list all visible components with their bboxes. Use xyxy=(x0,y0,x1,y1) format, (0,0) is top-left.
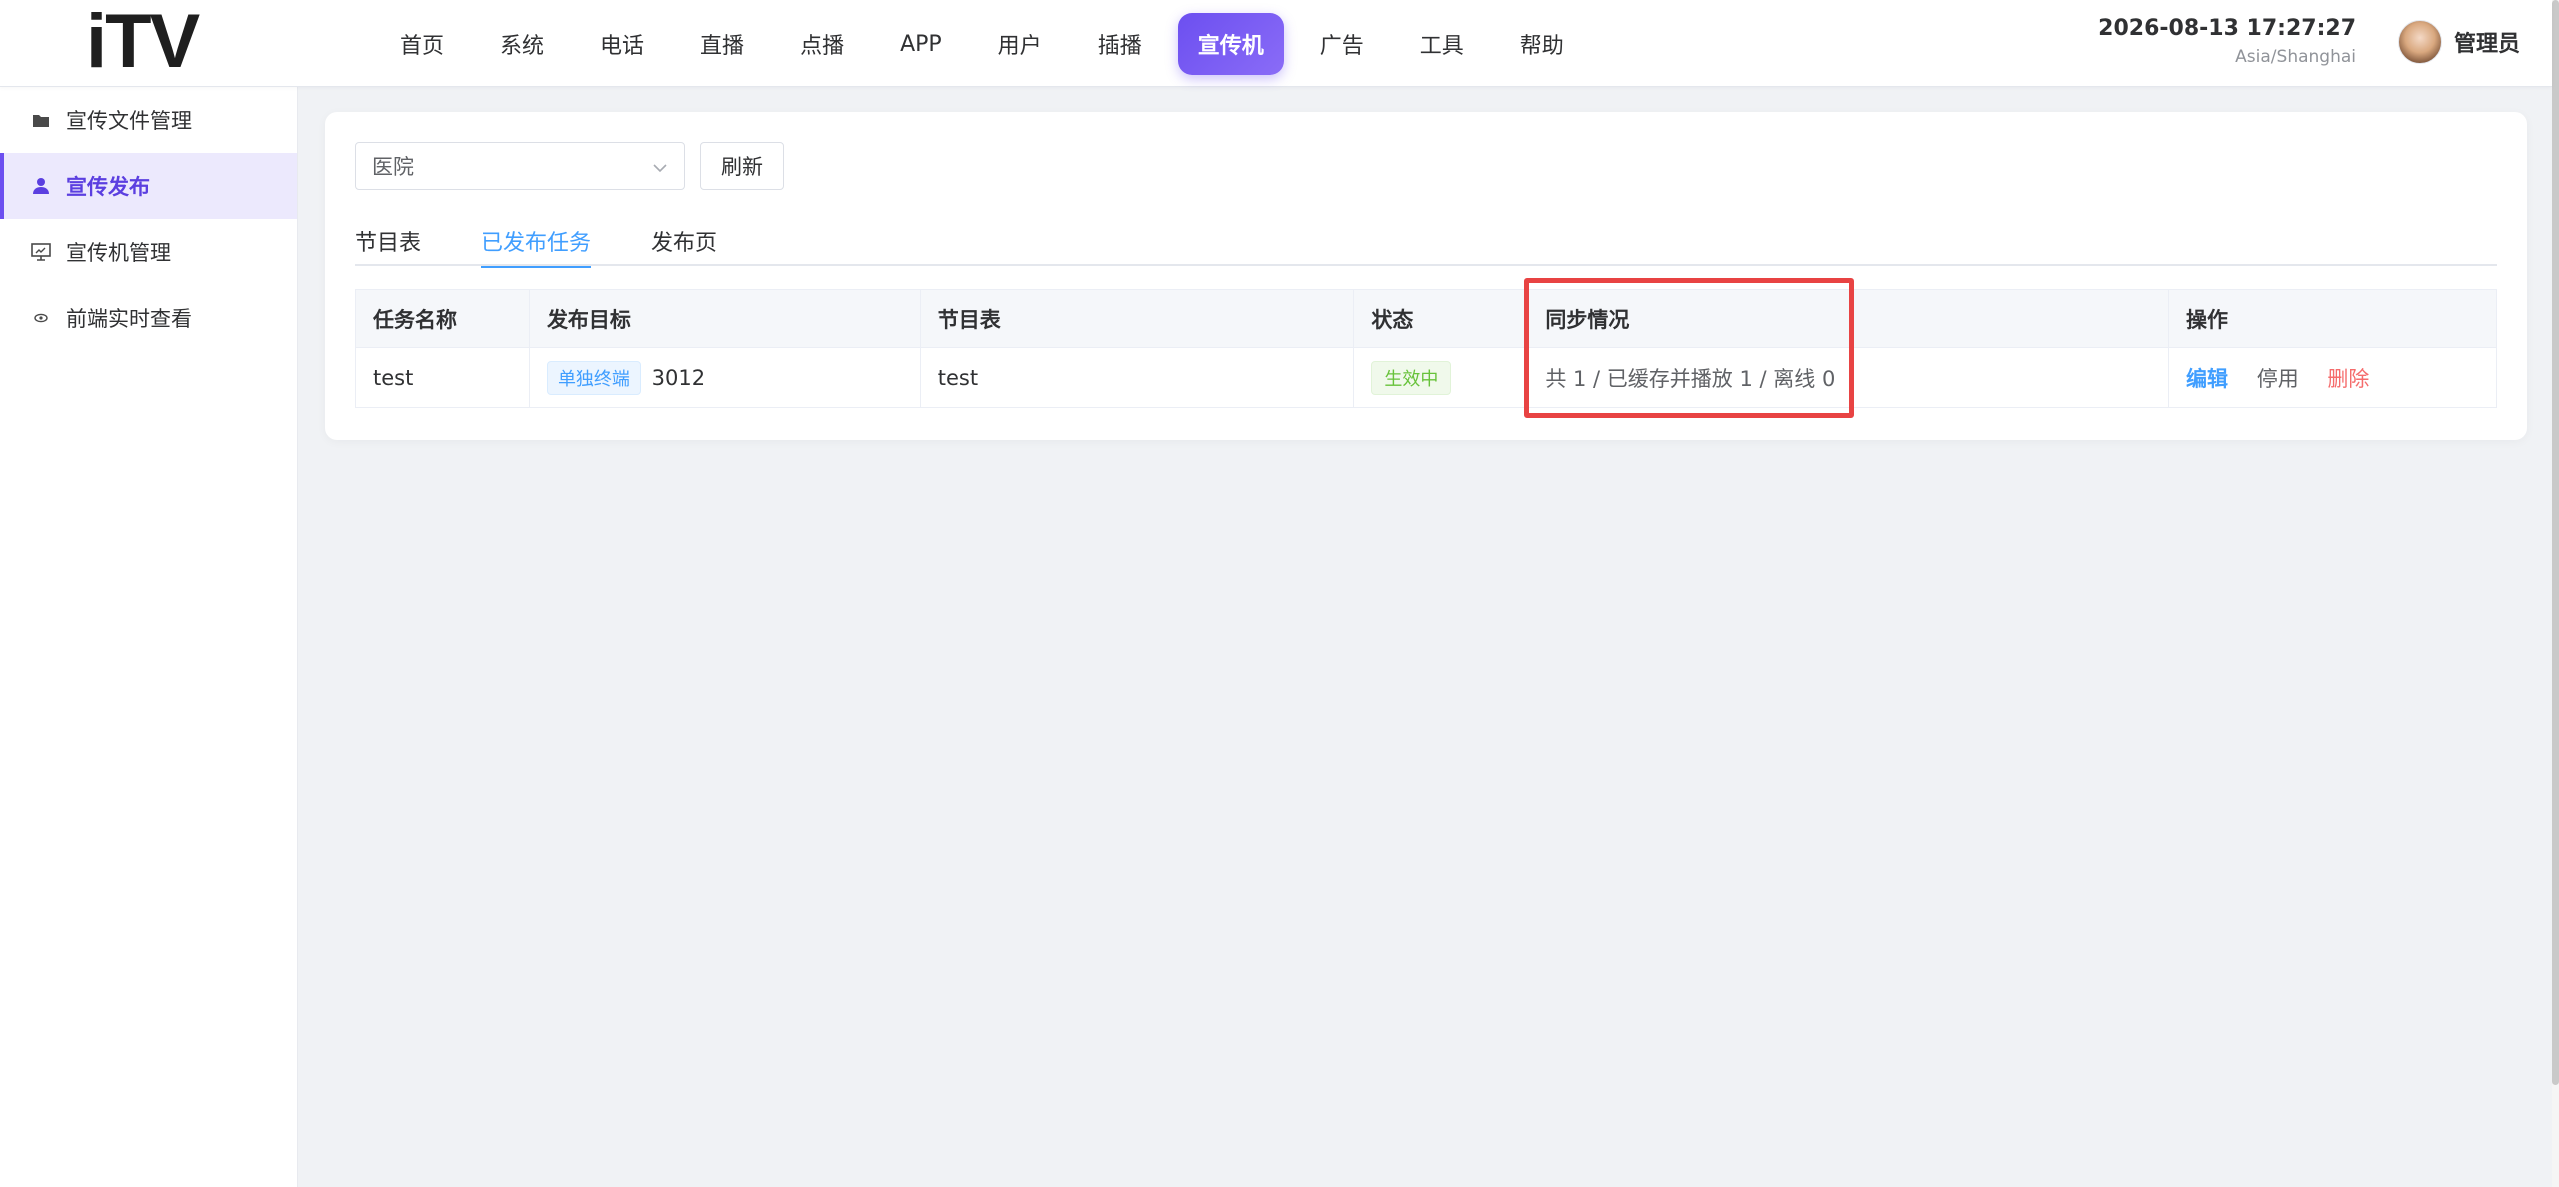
sidebar-item-promo-devices[interactable]: 宣传机管理 xyxy=(0,219,297,285)
nav-item-system[interactable]: 系统 xyxy=(480,13,564,75)
nav-item-promo-device[interactable]: 宣传机 xyxy=(1177,13,1284,75)
col-header-sync: 同步情况 xyxy=(1527,289,2170,348)
sidebar-item-label: 宣传文件管理 xyxy=(66,109,192,133)
monitor-icon xyxy=(30,243,52,261)
sidebar: 宣传文件管理 宣传发布 宣传机管理 前端实时查看 xyxy=(0,87,298,1187)
nav-item-vod[interactable]: 点播 xyxy=(780,13,864,75)
tab-publish-page[interactable]: 发布页 xyxy=(651,216,717,266)
itv-logo[interactable]: iTV xyxy=(86,4,216,80)
delete-button[interactable]: 删除 xyxy=(2327,367,2369,391)
cell-task-name: test xyxy=(355,347,530,408)
col-header-status: 状态 xyxy=(1353,289,1529,348)
cell-status: 生效中 xyxy=(1353,347,1529,408)
nav-item-tools[interactable]: 工具 xyxy=(1400,13,1484,75)
toolbar: 医院 刷新 xyxy=(355,142,784,190)
target-value: 3012 xyxy=(651,365,706,390)
nav-item-help[interactable]: 帮助 xyxy=(1500,13,1584,75)
avatar[interactable] xyxy=(2397,20,2442,64)
timezone-label: Asia/Shanghai xyxy=(2235,47,2356,67)
cell-sync: 共 1 / 已缓存并播放 1 / 离线 0 xyxy=(1527,347,2170,408)
current-datetime: 2026-08-13 17:27:27 xyxy=(2098,16,2356,41)
user-name[interactable]: 管理员 xyxy=(2454,26,2520,58)
cell-actions: 编辑 停用 删除 xyxy=(2168,347,2497,408)
disable-button[interactable]: 停用 xyxy=(2257,367,2299,391)
top-header: iTV 首页 系统 电话 直播 点播 APP 用户 插播 宣传机 广告 工具 帮… xyxy=(0,0,2552,87)
nav-item-ads[interactable]: 广告 xyxy=(1300,13,1384,75)
table-row: test 单独终端 3012 test 生效中 共 1 / 已缓存并播放 1 /… xyxy=(355,347,2497,408)
main-nav: 首页 系统 电话 直播 点播 APP 用户 插播 宣传机 广告 工具 帮助 xyxy=(380,13,1600,75)
nav-item-users[interactable]: 用户 xyxy=(978,13,1062,75)
nav-item-home[interactable]: 首页 xyxy=(380,13,464,75)
status-badge: 生效中 xyxy=(1371,360,1452,395)
col-header-target: 发布目标 xyxy=(529,289,921,348)
col-header-task-name: 任务名称 xyxy=(355,289,530,348)
tab-program-list[interactable]: 节目表 xyxy=(355,216,421,266)
sidebar-item-label: 宣传发布 xyxy=(66,175,150,199)
cell-program: test xyxy=(920,347,1355,408)
nav-item-app[interactable]: APP xyxy=(880,13,962,75)
eye-icon xyxy=(30,313,52,323)
tab-bar: 节目表 已发布任务 发布页 xyxy=(355,216,2497,268)
select-value: 医院 xyxy=(372,155,414,179)
col-header-program: 节目表 xyxy=(920,289,1355,348)
refresh-button[interactable]: 刷新 xyxy=(700,142,784,190)
page-scrollbar[interactable] xyxy=(2552,0,2559,1187)
sidebar-item-label: 前端实时查看 xyxy=(66,307,192,331)
scrollbar-thumb[interactable] xyxy=(2552,0,2559,1085)
location-select[interactable]: 医院 xyxy=(355,142,685,190)
target-type-tag: 单独终端 xyxy=(546,360,641,395)
sidebar-item-promo-files[interactable]: 宣传文件管理 xyxy=(0,87,297,153)
user-menu[interactable]: 管理员 xyxy=(2397,20,2520,64)
sidebar-item-promo-publish[interactable]: 宣传发布 xyxy=(0,153,297,219)
chevron-down-icon xyxy=(652,154,668,178)
sidebar-item-frontend-view[interactable]: 前端实时查看 xyxy=(0,285,297,351)
nav-item-live[interactable]: 直播 xyxy=(680,13,764,75)
table-header-row: 任务名称 发布目标 节目表 状态 同步情况 操作 xyxy=(355,289,2497,348)
sidebar-item-label: 宣传机管理 xyxy=(66,241,171,265)
nav-item-insert[interactable]: 插播 xyxy=(1078,13,1162,75)
col-header-actions: 操作 xyxy=(2168,289,2497,348)
cell-target: 单独终端 3012 xyxy=(529,347,921,408)
sync-status-text: 共 1 / 已缓存并播放 1 / 离线 0 xyxy=(1545,366,1836,391)
nav-item-phone[interactable]: 电话 xyxy=(580,13,664,75)
main-card: 医院 刷新 节目表 已发布任务 发布页 任务名称 发布目标 节目表 状态 同步情… xyxy=(325,112,2527,440)
folder-icon xyxy=(30,112,52,128)
edit-button[interactable]: 编辑 xyxy=(2186,367,2228,391)
tab-published-tasks[interactable]: 已发布任务 xyxy=(481,216,592,268)
tasks-table: 任务名称 发布目标 节目表 状态 同步情况 操作 test 单独终端 3012 … xyxy=(355,289,2497,408)
user-icon xyxy=(30,177,52,195)
header-clock: 2026-08-13 17:27:27 Asia/Shanghai xyxy=(2098,16,2356,67)
